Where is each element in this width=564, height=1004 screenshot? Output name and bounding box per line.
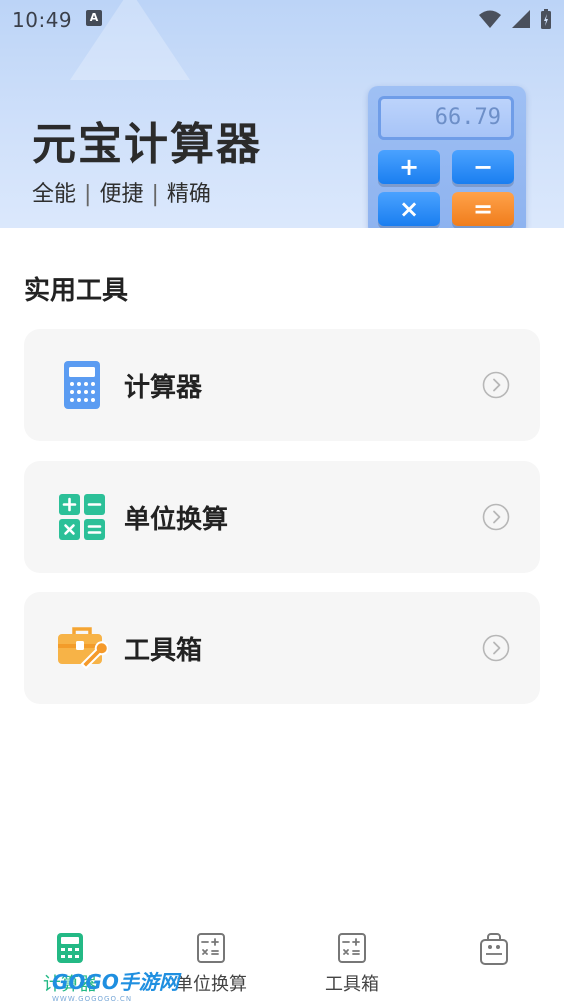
status-bar: 10:49 A	[0, 0, 564, 40]
tagline-part: 全能	[32, 182, 77, 207]
tool-card-unit-conversion[interactable]: 单位换算	[24, 461, 540, 573]
illustration-key-plus: +	[378, 150, 440, 184]
chevron-right-icon	[482, 634, 510, 662]
tool-card-label: 工具箱	[124, 636, 203, 666]
tagline-separator: |	[151, 182, 159, 207]
bag-icon	[480, 933, 508, 965]
status-time: 10:49	[12, 8, 73, 32]
illustration-key-equals: =	[452, 192, 514, 226]
illustration-key-minus: −	[452, 150, 514, 184]
tool-card-toolbox[interactable]: 工具箱	[24, 592, 540, 704]
chevron-right-icon	[482, 371, 510, 399]
calculator-illustration: 66.79 + − × =	[368, 86, 526, 228]
unit-conversion-icon	[59, 494, 105, 540]
section-title: 实用工具	[24, 276, 129, 306]
tool-card-label: 单位换算	[124, 505, 229, 535]
toolbox-icon	[58, 627, 108, 670]
battery-icon	[541, 9, 551, 29]
calculator-illustration-value: 66.79	[434, 105, 501, 130]
watermark-text: GOGO手游网	[52, 970, 179, 994]
wifi-icon	[478, 10, 501, 28]
nav-tab-bag[interactable]	[434, 932, 554, 972]
watermark-logo: GOGO手游网 WWW.GOGOGO.CN	[52, 966, 179, 1003]
toolbox-icon	[338, 933, 366, 963]
tagline-part: 便捷	[99, 182, 144, 207]
app-title: 元宝计算器	[32, 119, 262, 170]
calculator-icon	[64, 361, 100, 409]
calculator-icon	[57, 933, 83, 963]
header-banner: 10:49 A 元宝计算器 全能 | 便捷 | 精确 66.79 + − × =	[0, 0, 564, 228]
calculator-illustration-display: 66.79	[378, 96, 514, 140]
nav-tab-toolbox[interactable]: 工具箱	[292, 932, 412, 996]
app-tagline: 全能 | 便捷 | 精确	[32, 176, 211, 208]
watermark-url: WWW.GOGOGO.CN	[52, 995, 133, 1003]
nav-tab-label: 工具箱	[325, 974, 379, 995]
tool-card-calculator[interactable]: 计算器	[24, 329, 540, 441]
signal-icon	[511, 10, 530, 28]
notification-a-icon: A	[86, 10, 102, 26]
unit-conversion-icon	[197, 933, 225, 963]
illustration-key-multiply: ×	[378, 192, 440, 226]
tagline-separator: |	[84, 182, 92, 207]
chevron-right-icon	[482, 503, 510, 531]
tagline-part: 精确	[166, 182, 211, 207]
tool-card-label: 计算器	[124, 373, 203, 403]
system-icons	[474, 8, 552, 30]
